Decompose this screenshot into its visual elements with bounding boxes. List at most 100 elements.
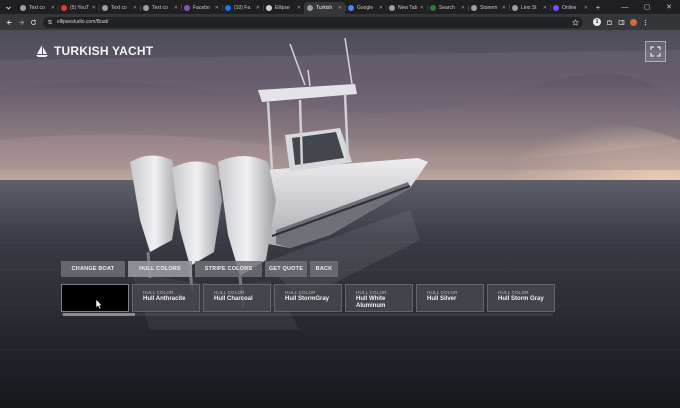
tab-close-icon[interactable]: ✕: [133, 5, 137, 11]
swatch-color-name: Hull Silver: [427, 296, 457, 302]
tab-title: New Tab: [398, 5, 418, 11]
tab-close-icon[interactable]: ✕: [215, 5, 219, 11]
tab-close-icon[interactable]: ✕: [174, 5, 178, 11]
tab-list: Text co ✕ (5) YouT ✕ Text co ✕ Text co ✕ Facebo ✕…: [17, 0, 591, 14]
maximize-icon[interactable]: ▢: [636, 0, 658, 14]
tab-close-icon[interactable]: ✕: [543, 5, 547, 11]
tab-title: Turkish: [316, 5, 333, 11]
browser-tab[interactable]: Lino St ✕: [509, 2, 550, 14]
browser-tab[interactable]: Stonem ✕: [468, 2, 509, 14]
browser-tab[interactable]: Ellipse ✕: [263, 2, 304, 14]
new-tab-button[interactable]: +: [593, 3, 603, 13]
reload-icon[interactable]: [28, 17, 38, 27]
tab-favicon-icon: [348, 5, 354, 11]
tab-title: Stonem: [480, 5, 498, 11]
close-window-icon[interactable]: ✕: [658, 0, 680, 14]
bookmark-star-icon[interactable]: [572, 18, 579, 26]
browser-tab[interactable]: Google ✕: [345, 2, 386, 14]
tab-favicon-icon: [184, 5, 190, 11]
tab-close-icon[interactable]: ✕: [297, 5, 301, 11]
swatch-color-name: Hull Storm Gray: [498, 296, 544, 302]
site-info-icon[interactable]: [47, 19, 53, 25]
tab-title: Text co: [152, 5, 168, 11]
sailboat-logo-icon: [35, 44, 49, 58]
tab-favicon-icon: [61, 5, 67, 11]
tab-close-icon[interactable]: ✕: [502, 5, 506, 11]
browser-tab[interactable]: Search ✕: [427, 2, 468, 14]
menu-button-stripe-colors[interactable]: STRIPE COLORS: [195, 261, 262, 277]
browser-tab[interactable]: Text co ✕: [99, 2, 140, 14]
tab-title: Google: [357, 5, 374, 11]
tab-title: Lino St: [521, 5, 537, 11]
hull-color-swatches: HULL COLOR Hull Anthracite HULL COLOR Hull …: [61, 284, 558, 312]
browser-toolbar: ellipsestudio.com/Boat/ 1: [0, 14, 680, 30]
kebab-menu-icon[interactable]: [639, 16, 651, 28]
tab-close-icon[interactable]: ✕: [461, 5, 465, 11]
forward-arrow-icon[interactable]: [16, 17, 26, 27]
scrollbar-thumb[interactable]: [63, 313, 135, 316]
tab-favicon-icon: [389, 5, 395, 11]
swatch-caption: HULL COLOR: [285, 290, 316, 295]
browser-tab[interactable]: Facebo ✕: [181, 2, 222, 14]
tab-title: (5) YouT: [70, 5, 89, 11]
puzzle-icon[interactable]: [603, 16, 615, 28]
swatch-color-name: Hull Charcoal: [214, 296, 253, 302]
minimize-icon[interactable]: —: [614, 0, 636, 14]
hull-color-swatch[interactable]: HULL COLOR Hull Anthracite: [132, 284, 200, 312]
tab-title: Text co: [111, 5, 127, 11]
side-panel-icon[interactable]: [615, 16, 627, 28]
hull-color-swatch[interactable]: HULL COLOR Hull Storm Gray: [487, 284, 555, 312]
browser-tab-strip: Text co ✕ (5) YouT ✕ Text co ✕ Text co ✕ Facebo ✕…: [0, 0, 680, 14]
extension-badge[interactable]: 1: [591, 16, 603, 28]
configurator-menu: CHANGE BOAT HULL COLORS STRIPE COLORS GET Q…: [61, 261, 341, 277]
swatch-caption: HULL COLOR: [498, 290, 529, 295]
swatch-scrollbar[interactable]: [61, 313, 553, 316]
tab-favicon-icon: [553, 5, 559, 11]
tab-close-icon[interactable]: ✕: [256, 5, 260, 11]
menu-button-get-quote[interactable]: GET QUOTE: [265, 261, 307, 277]
swatch-caption: HULL COLOR: [143, 290, 174, 295]
browser-tab[interactable]: (5) YouT ✕: [58, 2, 99, 14]
mouse-pointer-icon: [95, 298, 103, 310]
menu-button-back[interactable]: BACK: [310, 261, 338, 277]
boat-configurator-viewport[interactable]: TURKISH YACHT CHANGE BOAT HULL COLORS STRI…: [0, 30, 680, 408]
back-arrow-icon[interactable]: [4, 17, 14, 27]
menu-button-hull-colors[interactable]: HULL COLORS: [128, 261, 192, 277]
hull-color-swatch[interactable]: HULL COLOR Hull Silver: [416, 284, 484, 312]
tab-search-icon[interactable]: [3, 2, 13, 12]
swatch-caption: HULL COLOR: [214, 290, 245, 295]
expand-icon: [650, 46, 661, 57]
boat-3d-render[interactable]: [0, 30, 680, 408]
tab-close-icon[interactable]: ✕: [379, 5, 383, 11]
browser-tab[interactable]: (10) Fa ✕: [222, 2, 263, 14]
hull-color-swatch[interactable]: HULL COLOR Hull Charcoal: [203, 284, 271, 312]
address-bar[interactable]: ellipsestudio.com/Boat/: [43, 16, 583, 28]
tab-favicon-icon: [307, 5, 313, 11]
hull-color-swatch[interactable]: HULL COLOR Hull White Aluminum: [345, 284, 413, 312]
browser-tab[interactable]: Text co ✕: [140, 2, 181, 14]
tab-favicon-icon: [143, 5, 149, 11]
swatch-caption: HULL COLOR: [356, 290, 387, 295]
swatch-caption: HULL COLOR: [427, 290, 458, 295]
hull-color-swatch[interactable]: HULL COLOR Hull StormGray: [274, 284, 342, 312]
tab-favicon-icon: [266, 5, 272, 11]
swatch-color-name: Hull StormGray: [285, 296, 330, 302]
browser-tab[interactable]: New Tab ✕: [386, 2, 427, 14]
tab-close-icon[interactable]: ✕: [584, 5, 588, 11]
tab-close-icon[interactable]: ✕: [92, 5, 96, 11]
tab-close-icon[interactable]: ✕: [420, 5, 424, 11]
menu-button-change-boat[interactable]: CHANGE BOAT: [61, 261, 125, 277]
tab-close-icon[interactable]: ✕: [338, 5, 342, 11]
profile-avatar[interactable]: [627, 16, 639, 28]
browser-tab[interactable]: Turkish ✕: [304, 2, 345, 14]
tab-close-icon[interactable]: ✕: [51, 5, 55, 11]
browser-tab[interactable]: Online ✕: [550, 2, 591, 14]
browser-tab[interactable]: Text co ✕: [17, 2, 58, 14]
tab-title: Text co: [29, 5, 45, 11]
window-controls: — ▢ ✕: [614, 0, 680, 14]
tab-favicon-icon: [430, 5, 436, 11]
brand-header: TURKISH YACHT: [35, 44, 153, 58]
fullscreen-button[interactable]: [645, 41, 666, 62]
tab-favicon-icon: [512, 5, 518, 11]
tab-favicon-icon: [225, 5, 231, 11]
